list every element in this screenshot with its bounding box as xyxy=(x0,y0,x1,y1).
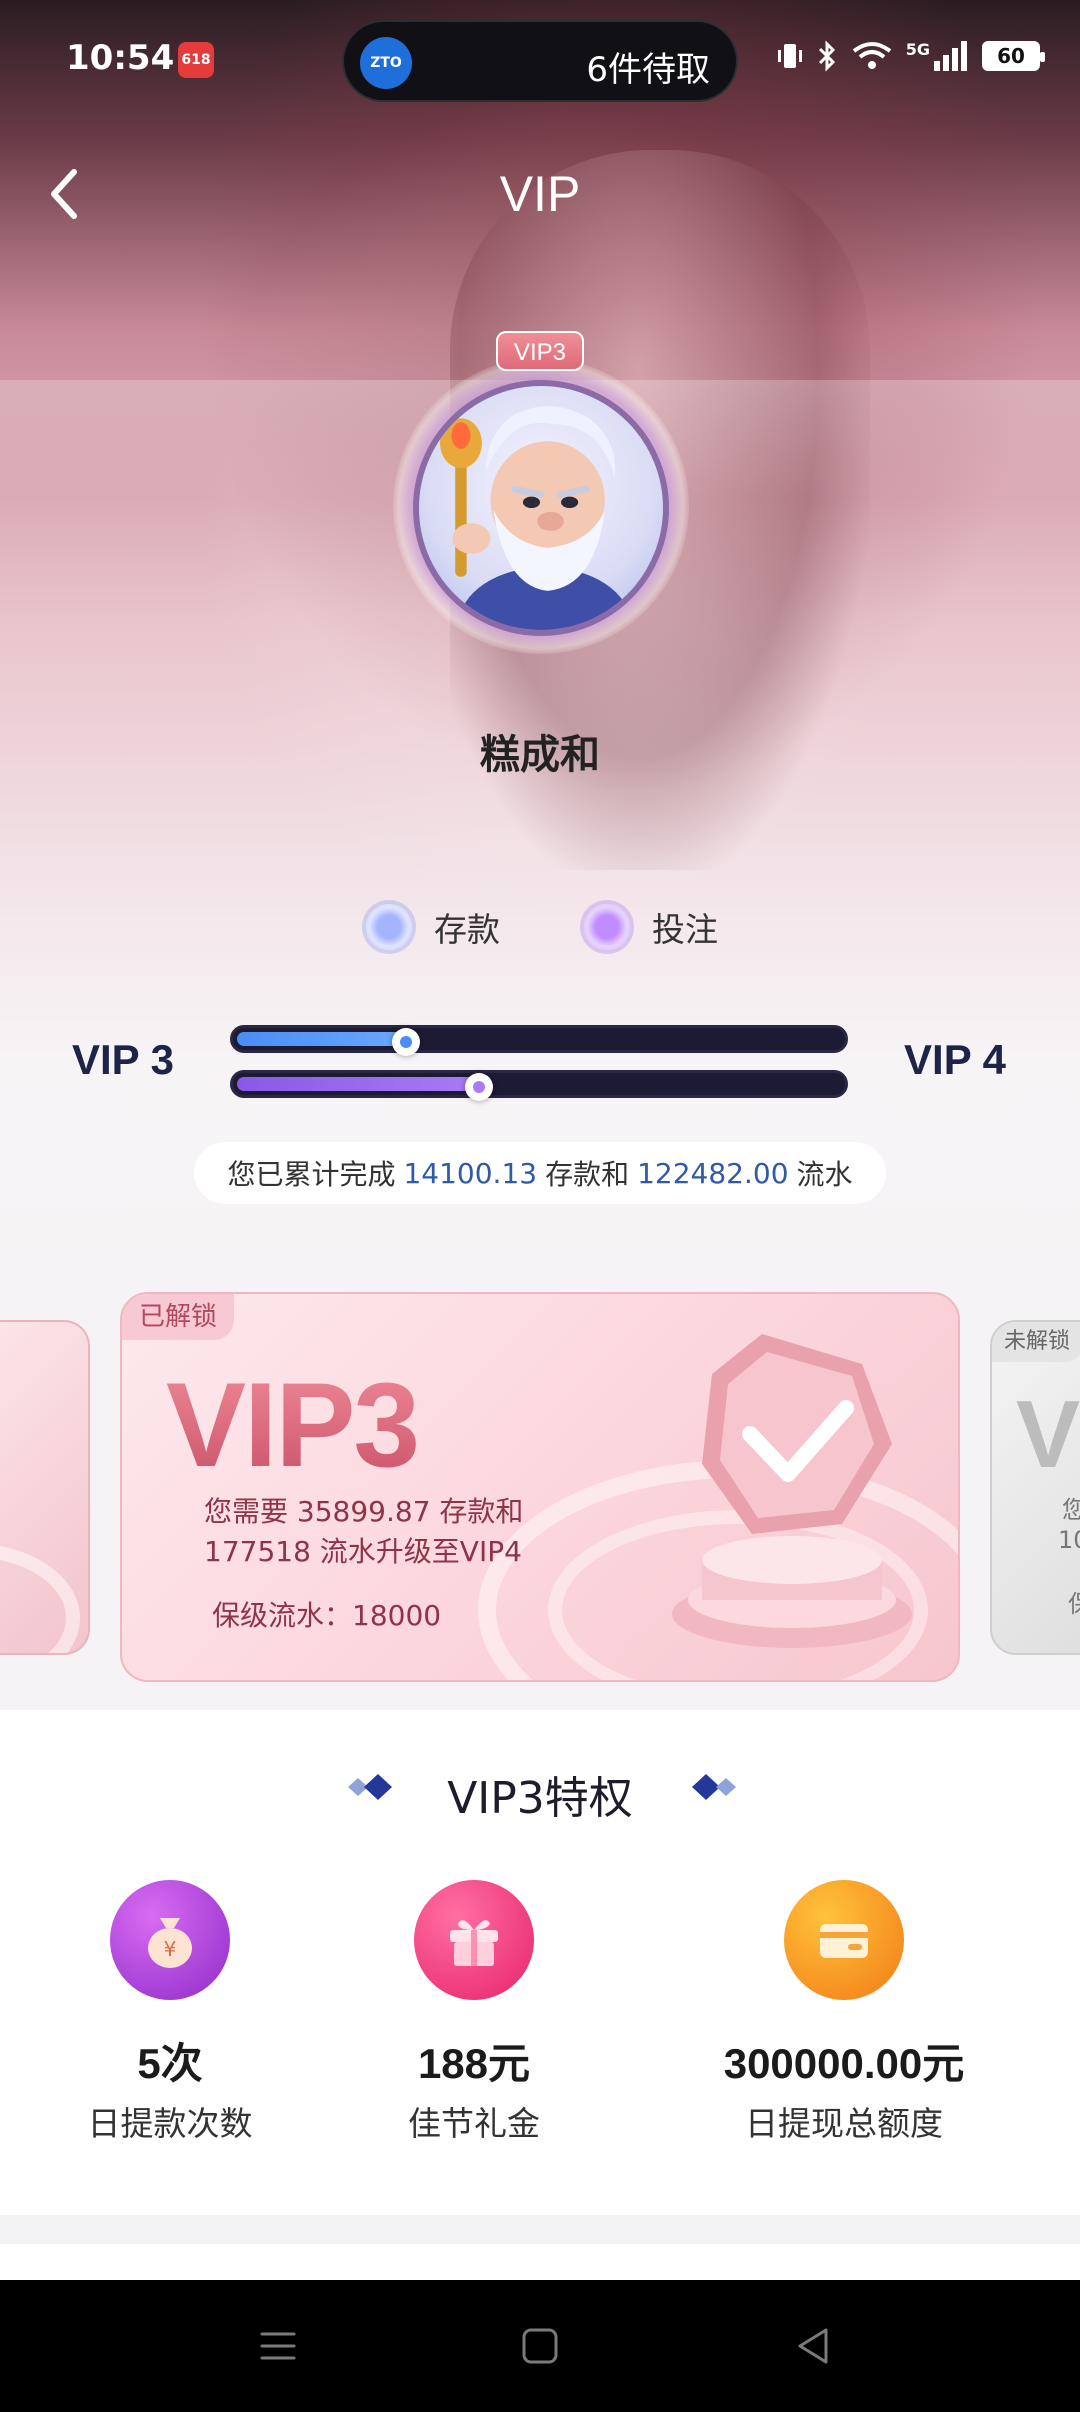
gift-icon xyxy=(414,1880,534,2000)
keep-level-turnover: 保级流水：18000 xyxy=(212,1599,442,1632)
money-bag-icon: ¥ xyxy=(110,1880,230,2000)
legend-bet: 投注 xyxy=(584,902,718,952)
network-type: 5G xyxy=(905,40,930,59)
deposit-done-value: 14100.13 xyxy=(403,1156,538,1190)
pill-text: 6件待取 xyxy=(586,50,710,90)
turnover-progress-knob xyxy=(465,1073,493,1101)
summary-prefix: 您已累计完成 xyxy=(227,1158,396,1191)
vibrate-icon xyxy=(777,44,802,68)
deposit-progress-bar xyxy=(230,1025,848,1056)
courier-logo-icon: ZTO xyxy=(360,37,412,89)
next-card-line-2: 10 xyxy=(1058,1526,1080,1554)
svg-text:¥: ¥ xyxy=(164,1937,177,1961)
username: 糕成和 xyxy=(480,732,600,778)
home-icon[interactable] xyxy=(512,2318,568,2374)
current-level-label: VIP 3 xyxy=(72,1036,174,1083)
previous-level-card[interactable] xyxy=(0,1320,90,1655)
privileges-title: VIP3特权 xyxy=(447,1773,633,1824)
back-triangle-icon[interactable] xyxy=(786,2318,842,2374)
signal-icon xyxy=(934,41,967,71)
next-card-line-3: 保 xyxy=(1068,1584,1080,1619)
privilege-value: 188元 xyxy=(417,2040,531,2087)
privilege-withdraw-times[interactable]: ¥ 5次 日提款次数 xyxy=(20,1880,320,2145)
wallet-card-icon xyxy=(784,1880,904,2000)
privilege-holiday-bonus[interactable]: 188元 佳节礼金 xyxy=(324,1880,624,2145)
next-level-card[interactable]: 未解锁 V 您 10 保 xyxy=(990,1320,1080,1655)
status-time: 10:54 xyxy=(66,38,175,78)
status-bar: 10:54 618 ZTO 6件待取 5G 60 xyxy=(0,0,1080,120)
privilege-label: 佳节礼金 xyxy=(408,2104,540,2143)
live-activity-pill[interactable]: ZTO 6件待取 xyxy=(342,20,738,102)
recent-apps-icon[interactable] xyxy=(250,2318,306,2374)
card-decor-ring xyxy=(0,1543,80,1653)
battery-icon: 60 xyxy=(982,41,1045,71)
next-card-level-title: V xyxy=(1016,1381,1080,1488)
deposit-progress-knob xyxy=(392,1028,420,1056)
requirement-line-1: 您需要 35899.87 存款和 xyxy=(204,1495,524,1528)
turnover-progress-bar xyxy=(230,1070,848,1101)
legend-deposit-label: 存款 xyxy=(434,910,500,949)
locked-tag: 未解锁 xyxy=(992,1322,1080,1362)
summary-mid: 存款和 xyxy=(545,1158,630,1191)
check-shield-icon xyxy=(672,1334,912,1648)
current-level-card[interactable]: 已解锁 VIP3 您需要 35899.87 存款和 177518 流水升级至VI… xyxy=(120,1292,960,1682)
vip-level-badge: VIP3 xyxy=(496,331,584,371)
requirement-line-2: 177518 流水升级至VIP4 xyxy=(204,1535,522,1568)
summary-suffix: 流水 xyxy=(796,1158,853,1191)
next-section-edge xyxy=(0,2244,1080,2280)
system-navigation-bar xyxy=(0,2280,1080,2412)
turnover-done-value: 122482.00 xyxy=(637,1156,789,1190)
avatar[interactable] xyxy=(413,380,669,636)
unlocked-tag: 已解锁 xyxy=(122,1294,234,1340)
legend-deposit: 存款 xyxy=(366,902,500,952)
bluetooth-icon xyxy=(818,40,835,72)
card-level-title: VIP3 xyxy=(166,1358,420,1492)
deposit-dot-icon xyxy=(366,904,412,950)
privilege-value: 5次 xyxy=(137,2040,203,2087)
next-card-line-1: 您 xyxy=(1062,1490,1080,1525)
upgrade-requirement: 您需要 35899.87 存款和 177518 流水升级至VIP4 xyxy=(204,1492,584,1572)
app-notification-icon: 618 xyxy=(178,42,214,78)
privilege-label: 日提现总额度 xyxy=(745,2104,943,2143)
privilege-value: 300000.00元 xyxy=(723,2040,965,2087)
status-icons: 5G 60 xyxy=(777,40,1045,72)
progress-legend: 存款 投注 xyxy=(0,902,1080,952)
diamond-decor-right-icon xyxy=(692,1774,736,1800)
legend-bet-label: 投注 xyxy=(652,910,718,949)
progress-summary: 您已累计完成 14100.13 存款和 122482.00 流水 xyxy=(194,1142,886,1204)
bet-dot-icon xyxy=(584,904,630,950)
privilege-daily-limit[interactable]: 300000.00元 日提现总额度 xyxy=(694,1880,994,2145)
privileges-section: VIP3特权 ¥ 5次 日提款次数 188元 佳节礼金 300000.00元 日… xyxy=(0,1710,1080,2215)
turnover-progress-fill xyxy=(237,1073,493,1101)
wizard-avatar-image xyxy=(439,406,631,630)
page-title: VIP xyxy=(499,166,581,222)
wifi-icon xyxy=(852,42,891,69)
deposit-progress-fill xyxy=(237,1028,420,1056)
next-level-label: VIP 4 xyxy=(904,1036,1006,1083)
privilege-label: 日提款次数 xyxy=(87,2104,253,2143)
